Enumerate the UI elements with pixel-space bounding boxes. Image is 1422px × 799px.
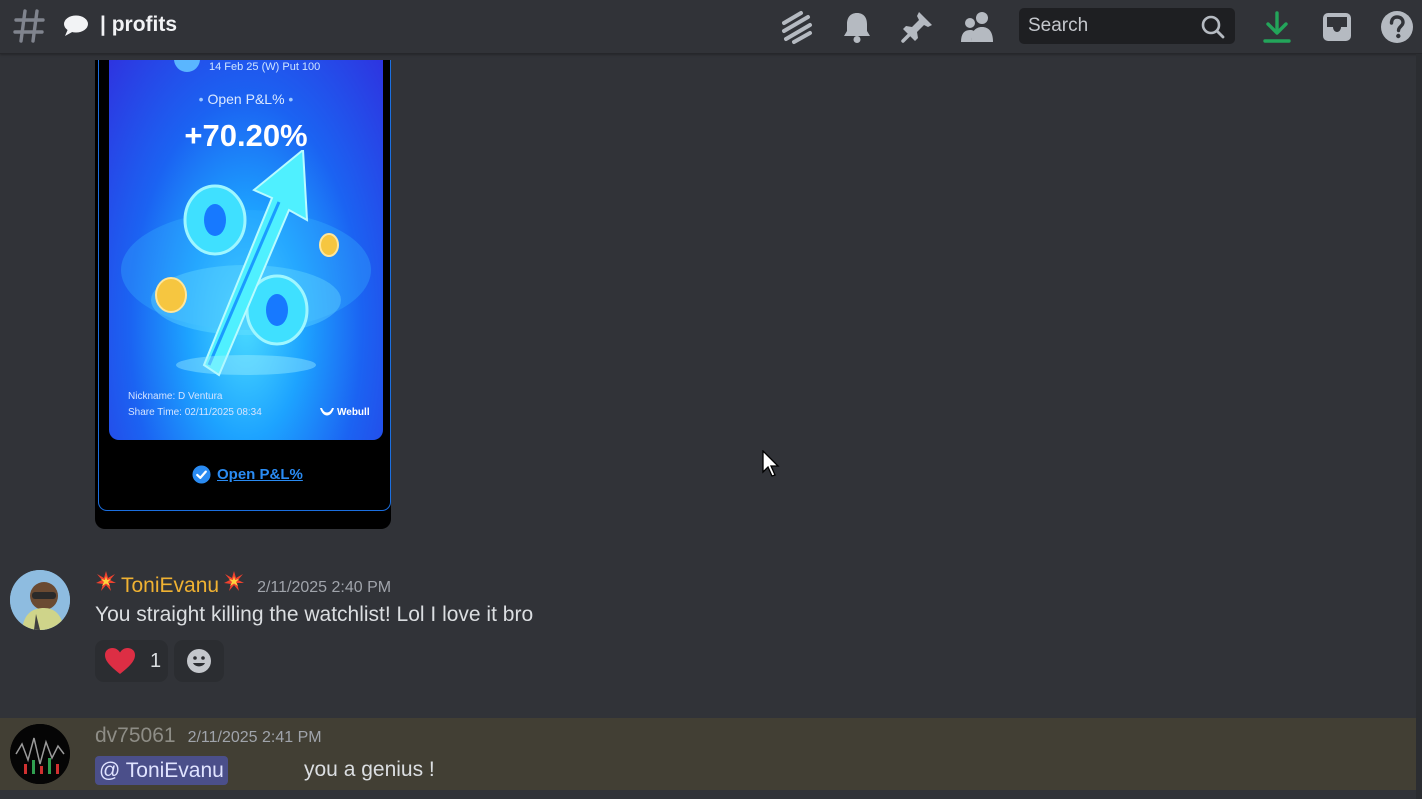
channel-name: | profits	[100, 13, 178, 36]
message-text: You straight killing the watchlist! Lol …	[95, 603, 534, 626]
pinned-messages-button[interactable]	[898, 8, 936, 46]
download-icon	[1263, 11, 1291, 43]
pl-value: +70.20%	[184, 118, 308, 153]
collision-emoji-icon	[224, 571, 245, 591]
brand-label: Webull	[337, 407, 370, 418]
pnl-share-image[interactable]: 14 Feb 25 (W) Put 100 • Open P&L% • +70.…	[109, 60, 383, 440]
user-mention[interactable]: @ ToniEvanu	[95, 756, 228, 785]
search-input[interactable]	[1028, 12, 1198, 40]
threads-icon	[782, 11, 812, 44]
pl-title: • Open P&L% •	[198, 91, 294, 107]
threads-button[interactable]	[778, 8, 816, 46]
avatar[interactable]	[10, 724, 70, 784]
timestamp[interactable]: 2/11/2025 2:41 PM	[188, 729, 322, 747]
help-button[interactable]	[1378, 8, 1416, 46]
pin-icon	[901, 12, 932, 43]
user-avatar-image	[10, 570, 70, 630]
ticker-logo	[174, 60, 200, 72]
add-reaction-button[interactable]	[174, 640, 224, 682]
timestamp[interactable]: 2/11/2025 2:40 PM	[257, 579, 391, 597]
scrollbar-track[interactable]	[1416, 54, 1422, 799]
members-icon	[961, 12, 993, 42]
channel-header: | profits	[0, 0, 1422, 54]
help-icon	[1381, 11, 1413, 43]
username[interactable]: ToniEvanu	[121, 574, 219, 598]
webull-logo-icon	[320, 408, 334, 416]
bell-icon	[844, 13, 870, 43]
contract-label: 14 Feb 25 (W) Put 100	[209, 61, 321, 73]
search-icon[interactable]	[1200, 14, 1226, 40]
collision-emoji-icon	[96, 571, 116, 591]
message-header: dv75061 2/11/2025 2:41 PM	[95, 724, 322, 748]
avatar[interactable]	[10, 570, 70, 630]
inbox-icon	[1323, 13, 1351, 41]
reaction-heart[interactable]: 1	[95, 640, 168, 682]
mouse-cursor-icon	[762, 450, 780, 477]
speech-bubble-icon	[64, 15, 88, 36]
message-header: ToniEvanu 2/11/2025 2:40 PM	[95, 570, 391, 598]
heart-icon	[105, 648, 135, 674]
verified-check-icon	[192, 465, 211, 484]
nickname-label: Nickname: D Ventura	[128, 391, 223, 402]
reaction-count: 1	[150, 649, 162, 672]
open-pl-link-label: Open P&L%	[217, 466, 303, 483]
notifications-button[interactable]	[838, 8, 876, 46]
message-text: you a genius !	[304, 758, 435, 781]
download-apps-button[interactable]	[1258, 8, 1296, 46]
smiley-icon	[187, 649, 211, 673]
share-time-label: Share Time: 02/11/2025 08:34	[128, 407, 262, 418]
inbox-button[interactable]	[1318, 8, 1356, 46]
user-avatar-image	[10, 724, 70, 784]
username[interactable]: dv75061	[95, 724, 176, 748]
mention-label: @ ToniEvanu	[99, 758, 224, 782]
hashtag-icon	[13, 9, 45, 43]
member-list-button[interactable]	[958, 8, 996, 46]
percent-arrow-artwork	[121, 150, 371, 377]
open-pl-link[interactable]: Open P&L%	[192, 465, 303, 484]
